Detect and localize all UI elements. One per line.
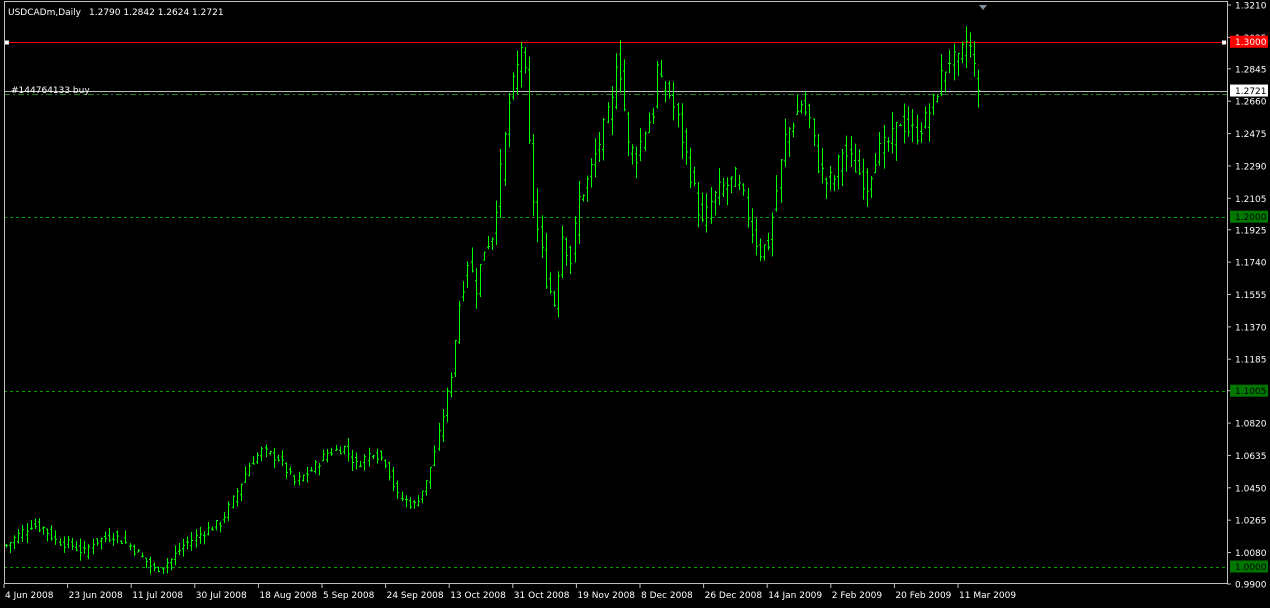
y-tick-label: 1.0635: [1235, 452, 1267, 462]
chart-window[interactable]: 1.32101.30251.28451.26601.24751.22901.21…: [0, 0, 1270, 604]
y-tick-label: 1.3210: [1235, 2, 1267, 12]
x-tick-label: 8 Dec 2008: [641, 591, 693, 601]
x-tick-label: 18 Aug 2008: [259, 591, 317, 601]
x-tick-label: 30 Jul 2008: [196, 591, 247, 601]
y-tick-label: 1.1555: [1235, 291, 1267, 301]
level-handle-left[interactable]: [5, 40, 9, 45]
level-tag: 1.0000: [1235, 563, 1267, 573]
x-tick-label: 4 Jun 2008: [5, 591, 54, 601]
current-price-tag: 1.2721: [1235, 87, 1267, 97]
resistance-tag: 1.3000: [1235, 38, 1267, 48]
y-tick-label: 1.0450: [1235, 484, 1267, 494]
x-tick-label: 14 Jan 2009: [768, 591, 822, 601]
chart-header-ohlc: 1.2790 1.2842 1.2624 1.2721: [89, 8, 224, 18]
y-tick-label: 1.0820: [1235, 420, 1267, 430]
y-tick-label: 1.2660: [1235, 98, 1267, 108]
x-tick-label: 2 Feb 2009: [832, 591, 883, 601]
y-tick-label: 1.1370: [1235, 323, 1267, 333]
y-tick-label: 1.1925: [1235, 226, 1267, 236]
x-tick-label: 24 Sep 2008: [387, 591, 444, 601]
y-tick-label: 1.0265: [1235, 517, 1267, 527]
x-tick-label: 5 Sep 2008: [323, 591, 375, 601]
level-tag: 1.1005: [1235, 387, 1267, 397]
x-tick-label: 11 Mar 2009: [959, 591, 1016, 601]
x-tick-label: 31 Oct 2008: [514, 591, 570, 601]
y-tick-label: 1.2845: [1235, 65, 1267, 75]
chart-background: [0, 0, 1270, 604]
y-tick-label: 1.0080: [1235, 549, 1267, 559]
y-tick-label: 1.2475: [1235, 130, 1267, 140]
y-tick-label: 1.1185: [1235, 356, 1267, 366]
level-handle-right[interactable]: [1222, 40, 1226, 45]
price-chart[interactable]: 1.32101.30251.28451.26601.24751.22901.21…: [0, 0, 1270, 604]
level-tag: 1.2000: [1235, 213, 1267, 223]
y-tick-label: 1.2290: [1235, 162, 1267, 172]
x-tick-label: 20 Feb 2009: [895, 591, 951, 601]
x-tick-label: 26 Dec 2008: [705, 591, 763, 601]
y-tick-label: 1.1740: [1235, 259, 1267, 269]
order-line-label[interactable]: #144764133 buy: [11, 86, 90, 96]
x-tick-label: 13 Oct 2008: [450, 591, 506, 601]
x-tick-label: 11 Jul 2008: [132, 591, 183, 601]
chart-header-symbol: USDCADm,Daily: [8, 8, 82, 18]
y-tick-label: 0.9900: [1235, 581, 1267, 591]
x-tick-label: 19 Nov 2008: [577, 591, 635, 601]
y-tick-label: 1.2105: [1235, 195, 1267, 205]
x-tick-label: 23 Jun 2008: [69, 591, 123, 601]
